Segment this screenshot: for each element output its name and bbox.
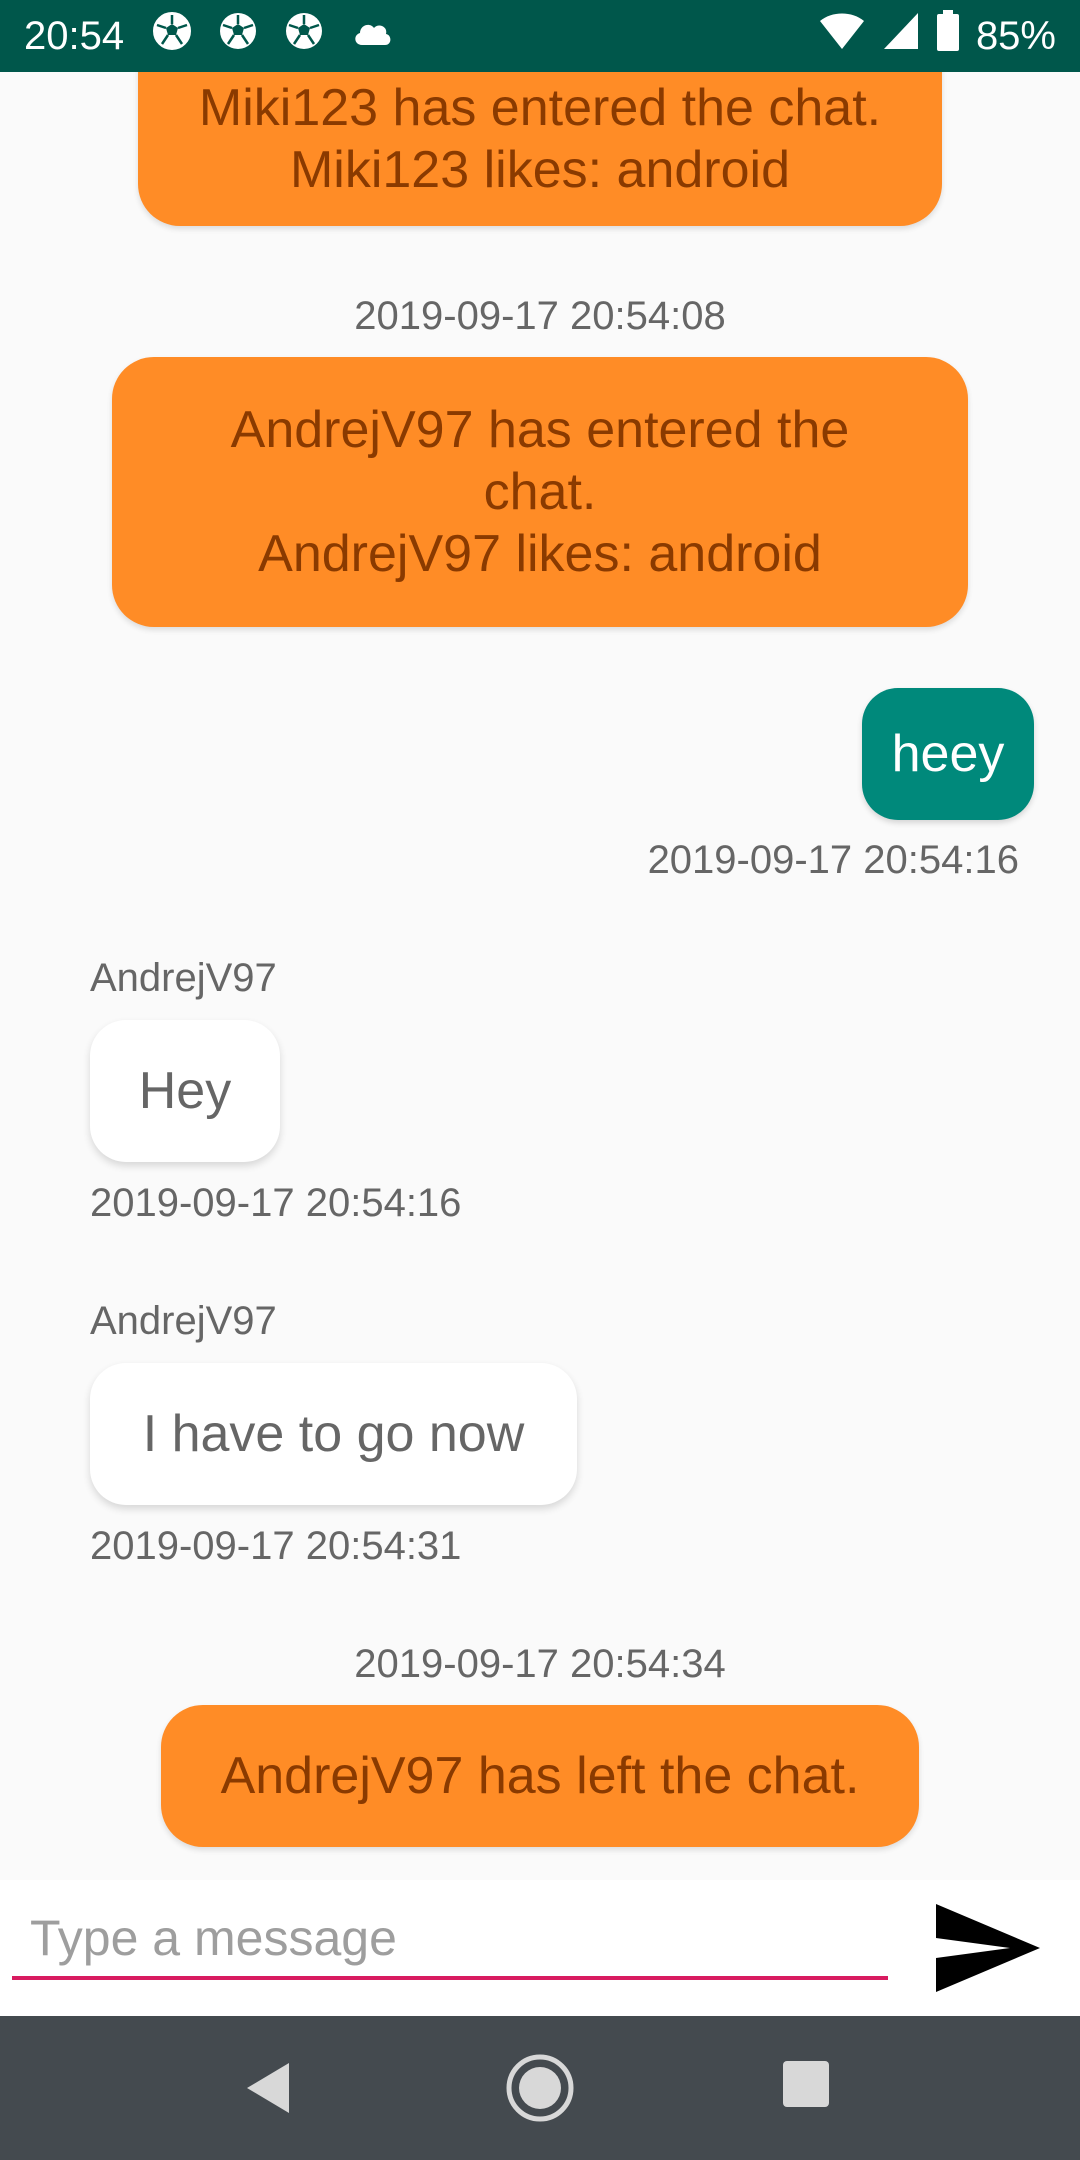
home-button[interactable] (504, 2054, 576, 2126)
soccer-ball-icon (218, 11, 258, 61)
soccer-ball-icon (152, 11, 192, 61)
message-sender-name: AndrejV97 (90, 1299, 277, 1343)
cellular-signal-icon (882, 11, 920, 61)
recents-button[interactable] (780, 2060, 832, 2112)
system-message-line: AndrejV97 has left the chat. (220, 1747, 860, 1805)
system-status-icons: 85% (818, 10, 1056, 62)
message-text: heey (891, 725, 1005, 783)
message-timestamp: 2019-09-17 20:54:16 (90, 1181, 462, 1225)
notification-icons (152, 11, 394, 61)
message-timestamp: 2019-09-17 20:54:08 (354, 294, 726, 338)
system-message-bubble: Miki123 has entered the chat. Miki123 li… (138, 72, 942, 226)
incoming-message-bubble[interactable]: Hey (90, 1020, 280, 1162)
message-timestamp: 2019-09-17 20:54:16 (647, 838, 1019, 882)
system-message-line: Miki123 likes: android (289, 141, 790, 199)
system-navigation-bar (0, 2016, 1080, 2160)
system-message-bubble: AndrejV97 has entered the chat. AndrejV9… (112, 357, 968, 627)
send-icon (934, 1902, 1042, 1999)
soccer-ball-icon (284, 11, 324, 61)
wifi-icon (818, 11, 866, 61)
system-message-bubble: AndrejV97 has left the chat. (161, 1705, 919, 1847)
message-sender-name: AndrejV97 (90, 956, 277, 1000)
message-timestamp: 2019-09-17 20:54:34 (354, 1642, 726, 1686)
status-bar: 20:54 85% (0, 0, 1080, 72)
battery-percentage: 85% (975, 13, 1056, 58)
system-message-line: chat. (483, 463, 597, 521)
incoming-message-bubble[interactable]: I have to go now (90, 1363, 577, 1505)
own-message-bubble[interactable]: heey (862, 688, 1034, 820)
battery-icon (936, 10, 960, 62)
message-text: Hey (138, 1062, 232, 1120)
message-text: I have to go now (142, 1405, 525, 1463)
recents-icon (782, 2060, 830, 2113)
system-message-line: AndrejV97 has entered the (230, 401, 850, 459)
cloud-icon (350, 14, 394, 59)
status-time: 20:54 (24, 13, 125, 58)
message-input[interactable] (12, 1900, 888, 1980)
system-message-line: AndrejV97 likes: android (258, 525, 822, 583)
home-icon (505, 2053, 575, 2128)
chat-message-list[interactable]: Miki123 has entered the chat. Miki123 li… (0, 72, 1080, 1880)
send-button[interactable] (924, 1900, 1052, 2000)
system-message-line: Miki123 has entered the chat. (198, 79, 882, 137)
message-timestamp: 2019-09-17 20:54:31 (90, 1524, 462, 1568)
back-button[interactable] (236, 2058, 300, 2122)
message-composer (0, 1880, 1080, 2016)
back-icon (243, 2061, 293, 2120)
